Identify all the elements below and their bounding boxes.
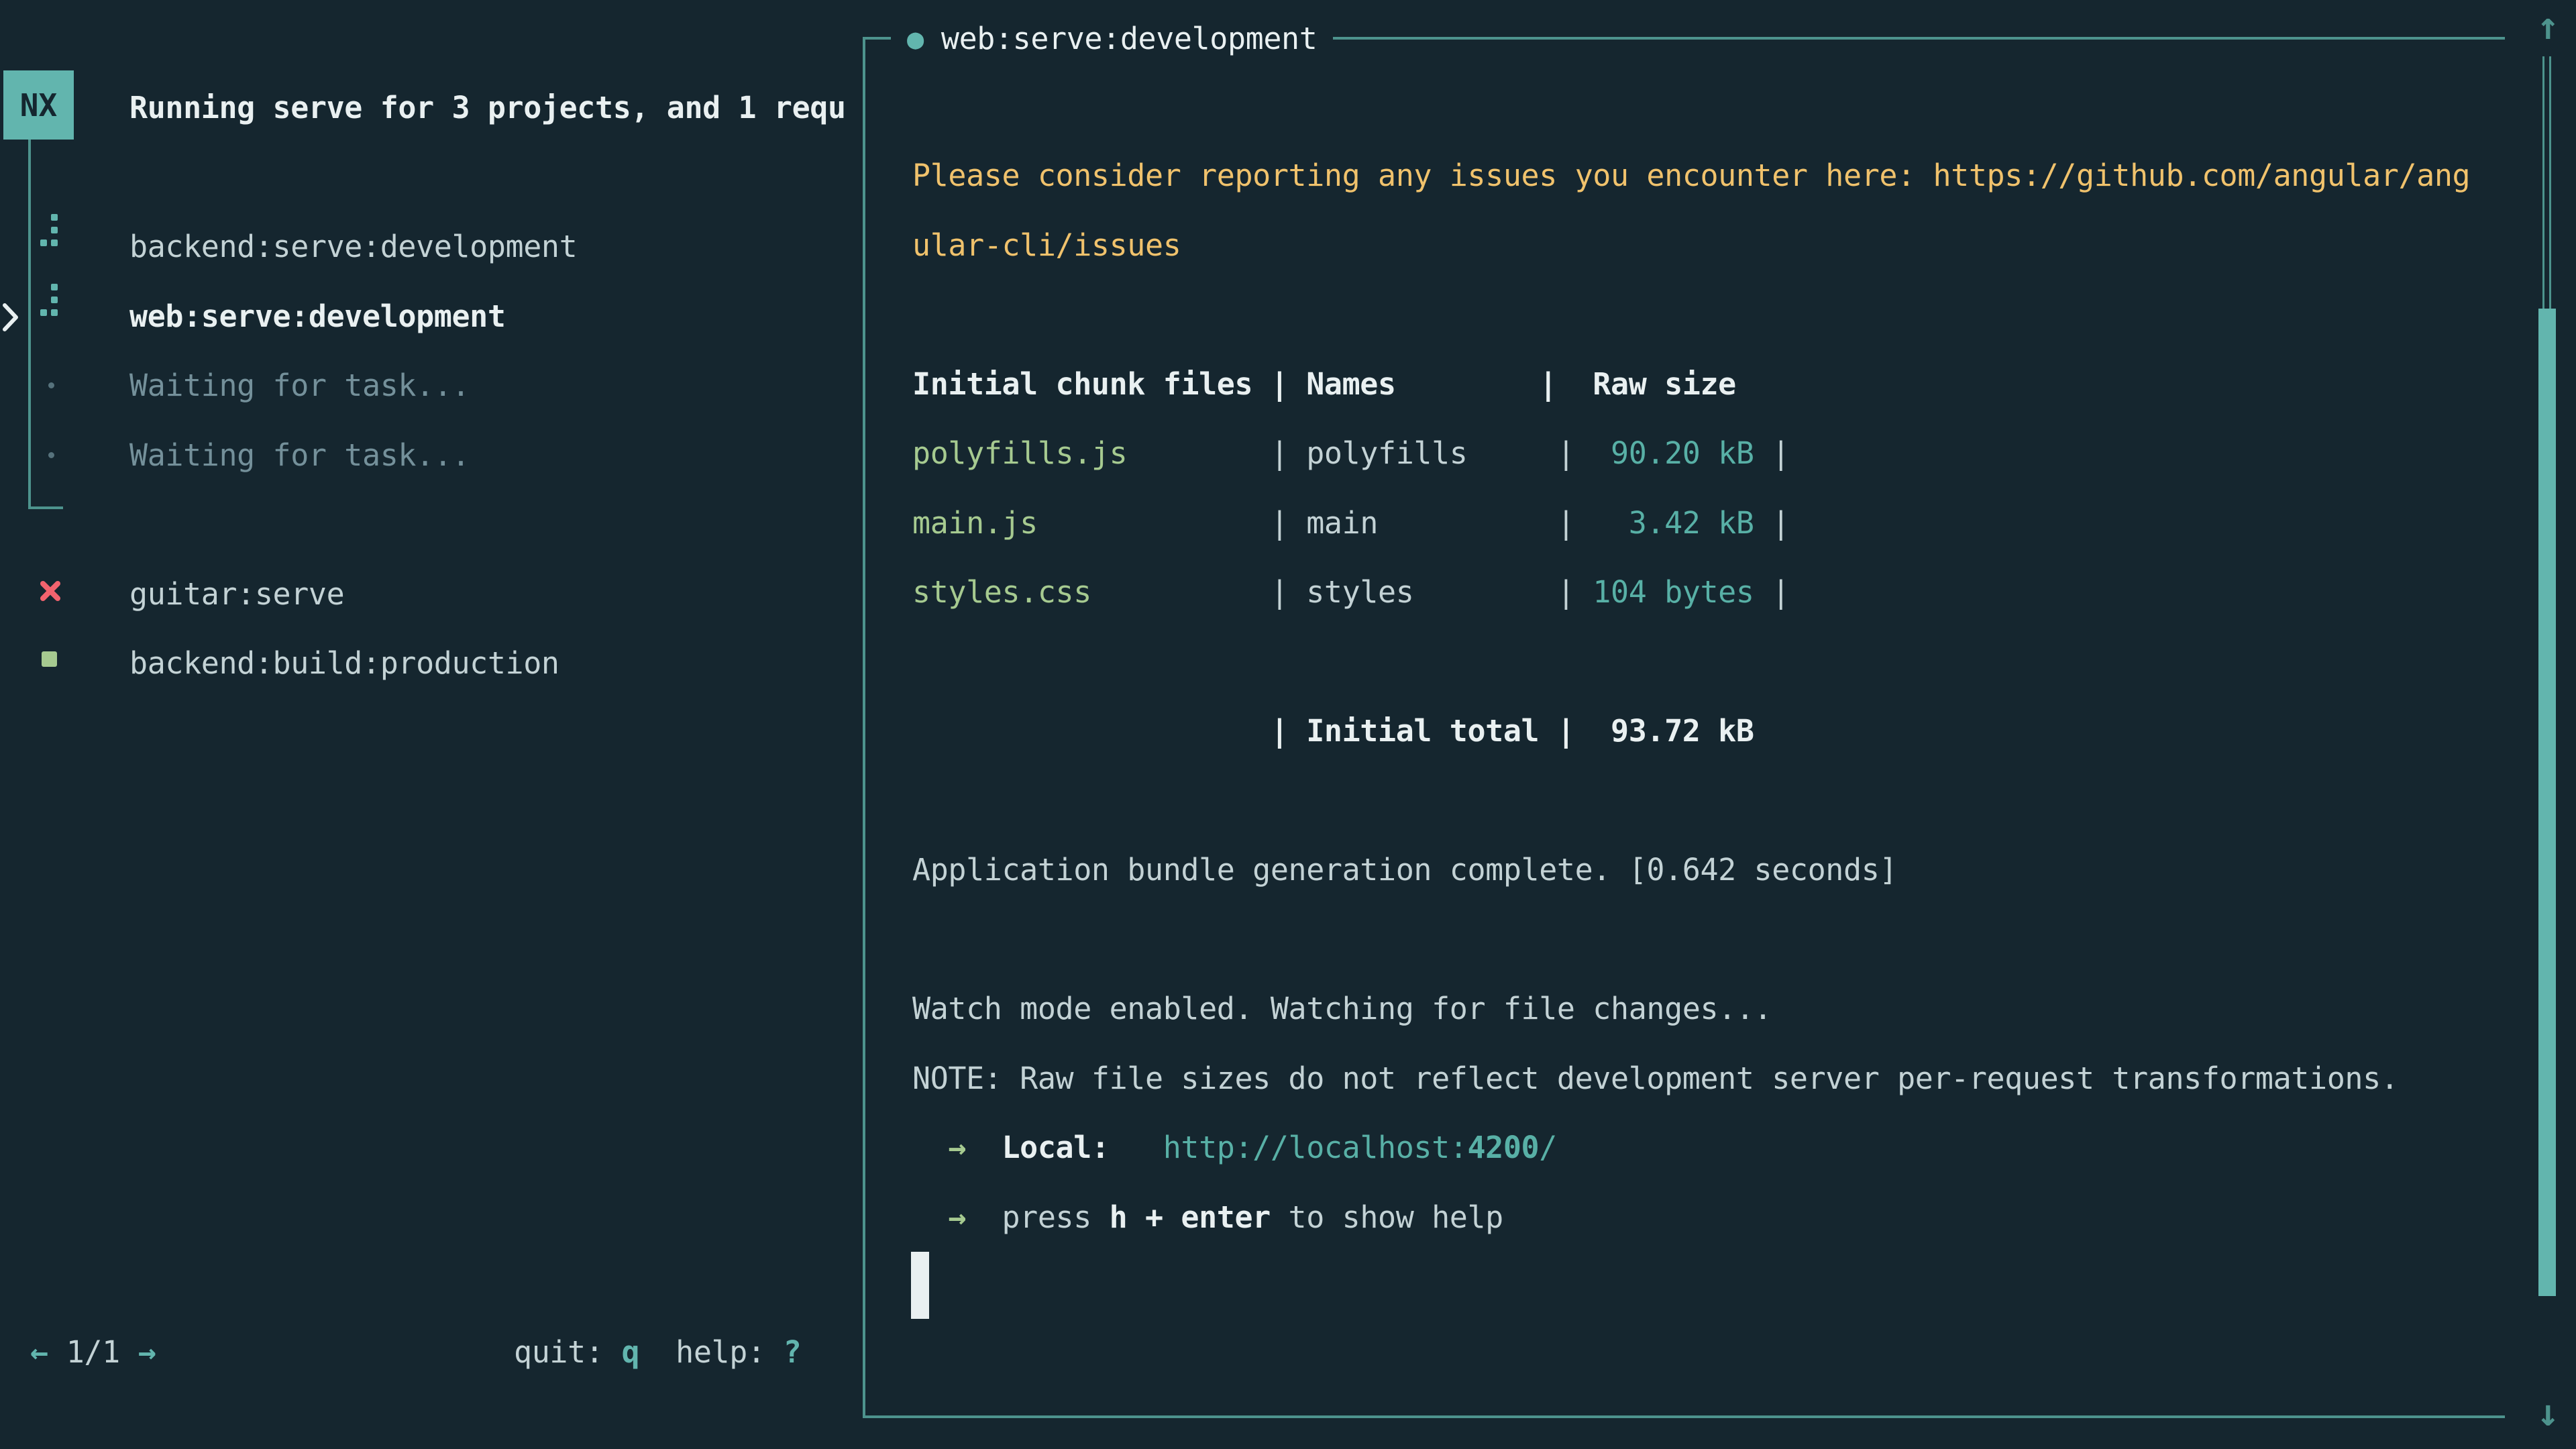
scroll-up-icon[interactable]: ↑ xyxy=(2530,0,2565,57)
nx-logo-badge: NX xyxy=(3,70,74,140)
help-key: ? xyxy=(784,1318,802,1387)
task-label: backend:serve:development xyxy=(129,212,577,281)
task-label: Waiting for task... xyxy=(129,421,470,490)
panel-border-left xyxy=(863,37,865,1418)
terminal-line: Please consider reporting any issues you… xyxy=(912,141,2470,211)
terminal-line: polyfills.js | polyfills | 90.20 kB | xyxy=(912,419,2470,488)
terminal-line: main.js | main | 3.42 kB | xyxy=(912,488,2470,558)
terminal-line xyxy=(912,627,2470,697)
dot-icon xyxy=(39,351,66,420)
terminal-output: Please consider reporting any issues you… xyxy=(912,141,2470,1252)
nx-tui-screen: NX Running serve for 3 projects, and 1 r… xyxy=(0,0,2576,1449)
terminal-line: Watch mode enabled. Watching for file ch… xyxy=(912,974,2470,1044)
terminal-line: Initial chunk files | Names | Raw size xyxy=(912,350,2470,419)
terminal-line: ular-cli/issues xyxy=(912,211,2470,280)
next-page-arrow-icon[interactable]: → xyxy=(138,1318,156,1387)
terminal-line xyxy=(912,766,2470,836)
terminal-line: styles.css | styles | 104 bytes | xyxy=(912,557,2470,627)
cross-icon xyxy=(39,559,66,629)
help-label: help: xyxy=(676,1318,765,1387)
prev-page-arrow-icon[interactable]: ← xyxy=(30,1318,48,1387)
task-row-waiting-for-task[interactable]: Waiting for task... xyxy=(0,421,860,490)
selected-task-chevron-icon xyxy=(1,302,20,333)
square-icon xyxy=(39,629,66,698)
task-tree-corner xyxy=(28,506,63,509)
panel-title: ● web:serve:development xyxy=(891,5,1333,72)
panel-border-bottom xyxy=(863,1415,2505,1418)
terminal-line: Application bundle generation complete. … xyxy=(912,835,2470,905)
task-row-waiting-for-task[interactable]: Waiting for task... xyxy=(0,351,860,420)
terminal-line: | Initial total | 93.72 kB xyxy=(912,696,2470,766)
task-label: backend:build:production xyxy=(129,629,559,698)
page-indicator: 1/1 xyxy=(66,1318,120,1387)
terminal-line xyxy=(912,280,2470,350)
task-label: Waiting for task... xyxy=(129,351,470,420)
terminal-line xyxy=(912,905,2470,975)
panel-title-text: web:serve:development xyxy=(941,21,1318,56)
quit-label: quit: xyxy=(514,1318,603,1387)
running-bullet-icon: ● xyxy=(907,22,924,55)
shortcut-hints: quit: q help:? xyxy=(514,1318,801,1387)
scroll-down-icon[interactable]: ↓ xyxy=(2530,1383,2565,1444)
app-title: Running serve for 3 projects, and 1 requ xyxy=(129,73,862,142)
task-row-backend-serve-development[interactable]: backend:serve:development xyxy=(0,212,860,281)
scrollbar-thumb[interactable] xyxy=(2538,309,2556,1296)
task-label: web:serve:development xyxy=(129,282,506,351)
pagination: ← 1/1 → xyxy=(30,1318,156,1387)
spinner-icon xyxy=(39,282,66,351)
terminal-line: → press h + enter to show help xyxy=(912,1183,2470,1252)
task-row-web-serve-development[interactable]: web:serve:development xyxy=(0,282,860,351)
terminal-line: NOTE: Raw file sizes do not reflect deve… xyxy=(912,1044,2470,1114)
terminal-cursor xyxy=(911,1252,929,1319)
task-label: guitar:serve xyxy=(129,559,344,629)
task-row-guitar-serve[interactable]: guitar:serve xyxy=(0,559,860,629)
quit-key: q xyxy=(621,1318,639,1387)
spinner-icon xyxy=(39,212,66,281)
dot-icon xyxy=(39,421,66,490)
scrollbar-track[interactable] xyxy=(2542,56,2551,309)
terminal-line: → Local: http://localhost:4200/ xyxy=(912,1113,2470,1183)
task-row-backend-build-production[interactable]: backend:build:production xyxy=(0,629,860,698)
